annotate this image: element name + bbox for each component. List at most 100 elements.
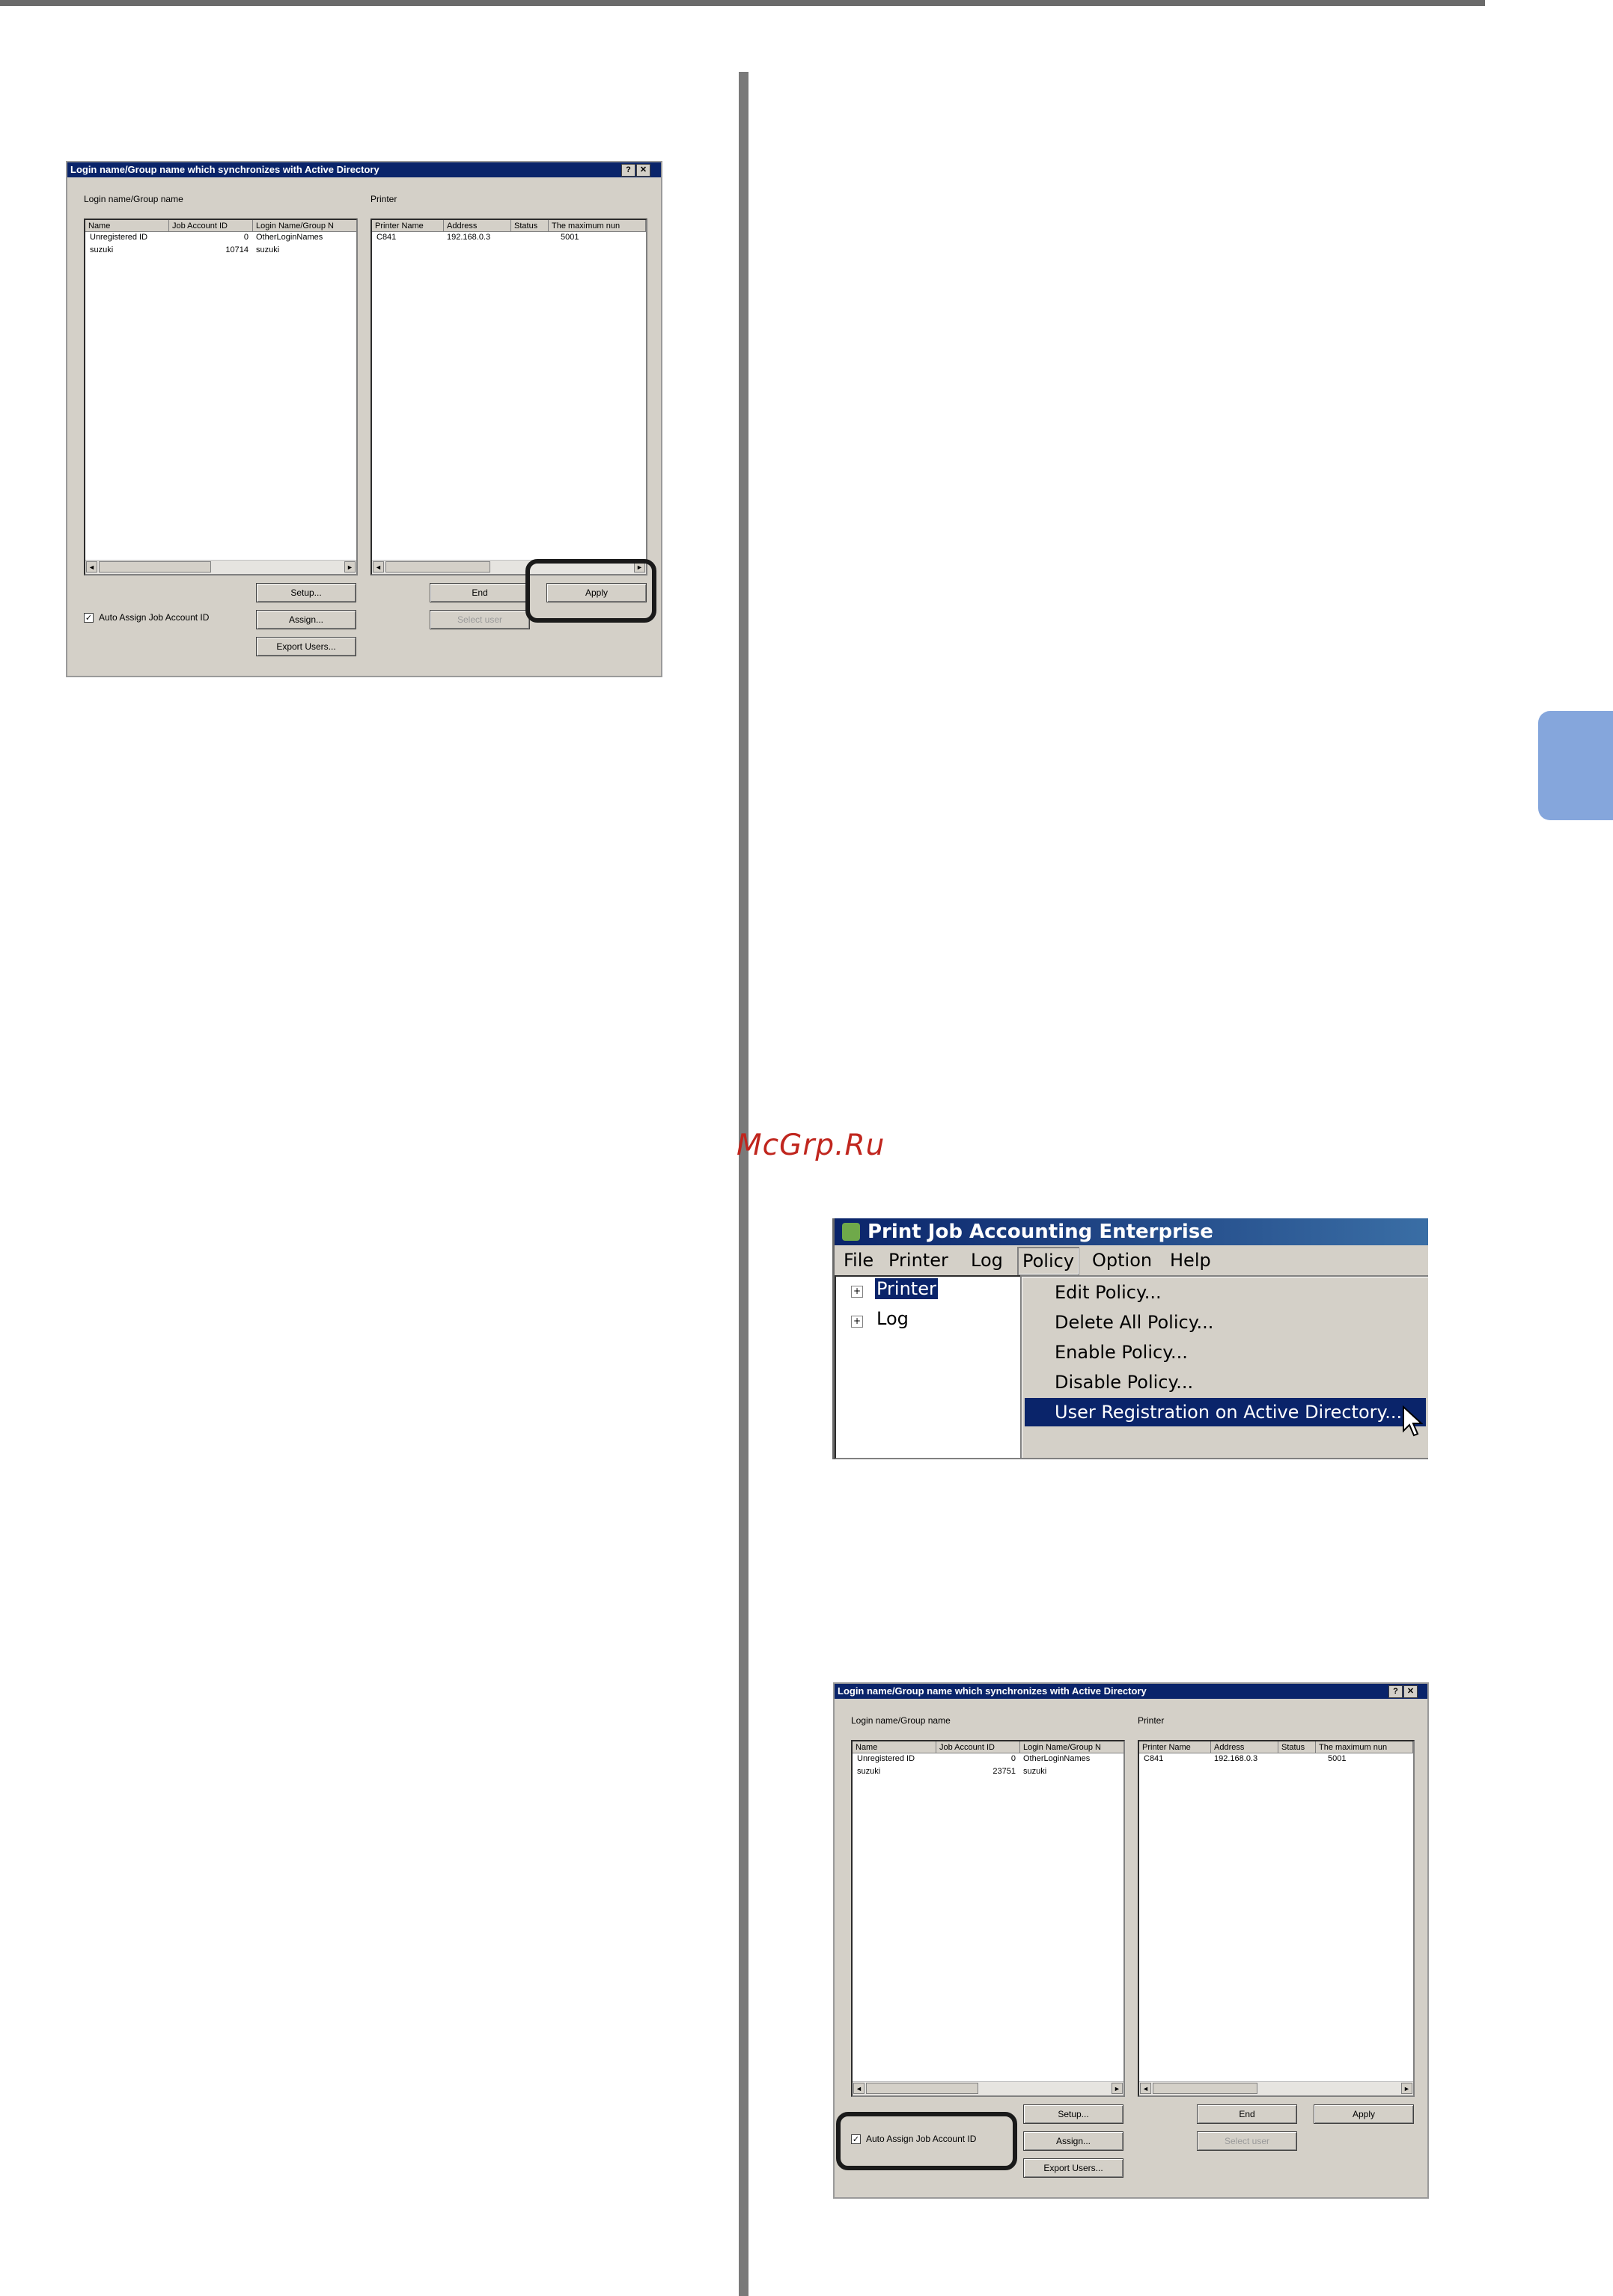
cell-id: 0 — [1010, 1754, 1016, 1763]
column-header-max[interactable]: The maximum nun — [549, 220, 646, 232]
printer-list[interactable]: Printer Name Address Status The maximum … — [1138, 1740, 1415, 2097]
menu-item-disable-policy[interactable]: Disable Policy... — [1025, 1368, 1426, 1396]
setup-button[interactable]: Setup... — [256, 583, 356, 602]
dialog-title: Login name/Group name which synchronizes… — [67, 162, 661, 177]
menu-item-enable-policy[interactable]: Enable Policy... — [1025, 1338, 1426, 1367]
cell-printer-name: C841 — [376, 233, 397, 242]
setup-button[interactable]: Setup... — [1023, 2104, 1123, 2124]
auto-assign-highlight — [836, 2112, 1017, 2170]
close-button[interactable]: ✕ — [636, 164, 650, 177]
apply-button[interactable]: Apply — [1314, 2104, 1414, 2124]
login-group-label: Login name/Group name — [84, 194, 183, 204]
column-header-address[interactable]: Address — [1211, 1741, 1278, 1753]
menu-bar: File Printer Log Policy Option Help — [835, 1247, 1428, 1275]
cell-name: suzuki — [90, 245, 114, 254]
export-users-button[interactable]: Export Users... — [1023, 2158, 1123, 2178]
cell-address: 192.168.0.3 — [447, 233, 491, 242]
menu-item-user-registration[interactable]: User Registration on Active Directory... — [1025, 1398, 1426, 1426]
menu-policy[interactable]: Policy — [1017, 1247, 1080, 1275]
cell-login: suzuki — [1023, 1767, 1047, 1776]
column-header-job-account-id[interactable]: Job Account ID — [169, 220, 253, 232]
cell-id: 10714 — [225, 245, 248, 254]
export-users-button[interactable]: Export Users... — [256, 637, 356, 656]
top-rule — [0, 0, 1485, 6]
column-header-login-name[interactable]: Login Name/Group N — [253, 220, 356, 232]
scroll-thumb[interactable] — [1153, 2083, 1257, 2094]
help-button[interactable]: ? — [1388, 1685, 1403, 1698]
menu-file[interactable]: File — [839, 1247, 878, 1274]
scroll-thumb[interactable] — [866, 2083, 978, 2094]
app-window: Print Job Accounting Enterprise File Pri… — [832, 1218, 1428, 1459]
scroll-right-icon[interactable]: ► — [1112, 2083, 1123, 2094]
users-hscrollbar[interactable]: ◄ ► — [85, 560, 356, 574]
tree-item-log[interactable]: Log — [876, 1308, 909, 1329]
column-header-max[interactable]: The maximum nun — [1316, 1741, 1413, 1753]
assign-button[interactable]: Assign... — [1023, 2131, 1123, 2151]
cell-name: Unregistered ID — [857, 1754, 915, 1763]
menu-option[interactable]: Option — [1088, 1247, 1156, 1274]
scroll-right-icon[interactable]: ► — [344, 561, 356, 573]
column-header-printer-name[interactable]: Printer Name — [372, 220, 444, 232]
column-header-name[interactable]: Name — [853, 1741, 936, 1753]
apply-highlight — [525, 559, 656, 623]
menu-log[interactable]: Log — [966, 1247, 1007, 1274]
select-user-button[interactable]: Select user — [1197, 2131, 1297, 2151]
mouse-pointer-icon — [1403, 1405, 1423, 1437]
column-header-status[interactable]: Status — [1278, 1741, 1316, 1753]
menu-item-edit-policy[interactable]: Edit Policy... — [1025, 1278, 1426, 1307]
expand-icon[interactable]: + — [851, 1286, 863, 1298]
end-button[interactable]: End — [1197, 2104, 1297, 2124]
scroll-thumb[interactable] — [385, 561, 490, 573]
users-list[interactable]: Name Job Account ID Login Name/Group N U… — [84, 219, 358, 575]
auto-assign-label: Auto Assign Job Account ID — [99, 612, 210, 623]
cell-printer-name: C841 — [1144, 1754, 1164, 1763]
menu-printer[interactable]: Printer — [884, 1247, 953, 1274]
cell-login: suzuki — [256, 245, 280, 254]
cell-name: Unregistered ID — [90, 233, 148, 242]
app-title: Print Job Accounting Enterprise — [868, 1221, 1213, 1243]
scroll-left-icon[interactable]: ◄ — [86, 561, 97, 573]
cell-max: 5001 — [1328, 1754, 1347, 1763]
column-header-address[interactable]: Address — [444, 220, 511, 232]
scroll-right-icon[interactable]: ► — [1401, 2083, 1412, 2094]
dialog-title: Login name/Group name which synchronizes… — [835, 1684, 1427, 1699]
column-header-job-account-id[interactable]: Job Account ID — [936, 1741, 1020, 1753]
tree-item-printer[interactable]: Printer — [874, 1277, 939, 1300]
scroll-left-icon[interactable]: ◄ — [1140, 2083, 1151, 2094]
scroll-thumb[interactable] — [99, 561, 211, 573]
scroll-left-icon[interactable]: ◄ — [853, 2083, 865, 2094]
column-header-login-name[interactable]: Login Name/Group N — [1020, 1741, 1123, 1753]
expand-icon[interactable]: + — [851, 1316, 863, 1328]
assign-button[interactable]: Assign... — [256, 610, 356, 629]
close-button[interactable]: ✕ — [1403, 1685, 1418, 1698]
cell-id: 23751 — [993, 1767, 1016, 1776]
cell-login: OtherLoginNames — [256, 233, 323, 242]
menu-item-delete-all-policy[interactable]: Delete All Policy... — [1025, 1308, 1426, 1337]
cell-name: suzuki — [857, 1767, 881, 1776]
tree-view[interactable]: + Printer + Log — [835, 1275, 1022, 1459]
login-group-label: Login name/Group name — [851, 1715, 951, 1726]
menu-help[interactable]: Help — [1165, 1247, 1216, 1274]
chapter-tab — [1538, 711, 1613, 820]
auto-assign-checkbox[interactable]: ✓ — [84, 613, 94, 623]
app-titlebar: Print Job Accounting Enterprise — [835, 1218, 1428, 1245]
printer-list[interactable]: Printer Name Address Status The maximum … — [371, 219, 647, 575]
help-button[interactable]: ? — [621, 164, 635, 177]
cell-max: 5001 — [561, 233, 579, 242]
policy-dropdown: Edit Policy... Delete All Policy... Enab… — [1020, 1275, 1428, 1459]
printer-label: Printer — [1138, 1715, 1165, 1726]
app-icon — [842, 1223, 860, 1241]
column-header-printer-name[interactable]: Printer Name — [1139, 1741, 1211, 1753]
column-header-status[interactable]: Status — [511, 220, 549, 232]
scroll-left-icon[interactable]: ◄ — [373, 561, 384, 573]
select-user-button[interactable]: Select user — [430, 610, 530, 629]
end-button[interactable]: End — [430, 583, 530, 602]
watermark: McGrp.Ru — [737, 1129, 885, 1162]
printer-label: Printer — [371, 194, 397, 204]
cell-address: 192.168.0.3 — [1214, 1754, 1258, 1763]
column-header-name[interactable]: Name — [85, 220, 169, 232]
users-list[interactable]: Name Job Account ID Login Name/Group N U… — [851, 1740, 1125, 2097]
column-divider — [739, 72, 748, 2296]
users-hscrollbar[interactable]: ◄ ► — [853, 2081, 1123, 2095]
printer-hscrollbar[interactable]: ◄ ► — [1139, 2081, 1413, 2095]
